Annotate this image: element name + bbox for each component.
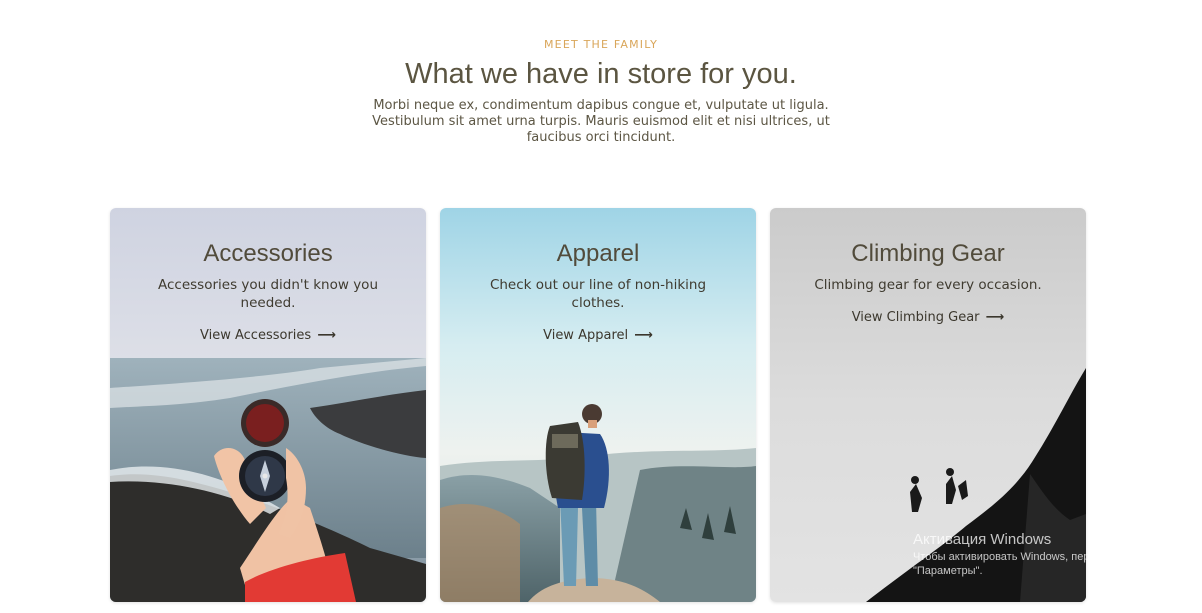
section-header: MEET THE FAMILY What we have in store fo… <box>0 38 1202 146</box>
card-apparel[interactable]: Apparel Check out our line of non-hiking… <box>440 208 756 602</box>
card-apparel-title: Apparel <box>556 240 640 267</box>
view-apparel-link[interactable]: View Apparel ⟶ <box>543 328 653 343</box>
windows-activation-watermark: Активация Windows Чтобы активировать Win… <box>913 530 1173 578</box>
view-climbing-gear-label: View Climbing Gear <box>851 310 980 325</box>
card-accessories-title: Accessories <box>203 240 333 267</box>
arrow-right-icon: ⟶ <box>317 328 336 343</box>
section-description: Morbi neque ex, condimentum dapibus cong… <box>372 98 830 145</box>
arrow-right-icon: ⟶ <box>634 328 653 343</box>
section-eyebrow: MEET THE FAMILY <box>543 38 658 51</box>
arrow-right-icon: ⟶ <box>985 310 1005 325</box>
watermark-line-2: "Параметры". <box>913 565 983 577</box>
card-climbing-gear-description: Climbing gear for every occasion. <box>814 277 1042 293</box>
view-accessories-label: View Accessories <box>200 328 312 343</box>
card-apparel-description: Check out our line of non-hiking clothes… <box>489 277 707 311</box>
card-apparel-content: Apparel Check out our line of non-hiking… <box>440 236 756 343</box>
watermark-line-1: Чтобы активировать Windows, перейдите в … <box>913 551 1173 563</box>
card-climbing-gear-title: Climbing Gear <box>851 240 1005 267</box>
card-accessories-description: Accessories you didn't know you needed. <box>157 277 378 311</box>
view-accessories-link[interactable]: View Accessories ⟶ <box>200 328 336 343</box>
section-title: What we have in store for you. <box>405 58 797 90</box>
card-climbing-gear-content: Climbing Gear Climbing gear for every oc… <box>770 236 1086 325</box>
view-apparel-label: View Apparel <box>543 328 629 343</box>
watermark-title: Активация Windows <box>913 531 1052 548</box>
card-accessories-content: Accessories Accessories you didn't know … <box>110 236 426 343</box>
view-climbing-gear-link[interactable]: View Climbing Gear ⟶ <box>852 310 1005 325</box>
card-accessories[interactable]: Accessories Accessories you didn't know … <box>110 208 426 602</box>
